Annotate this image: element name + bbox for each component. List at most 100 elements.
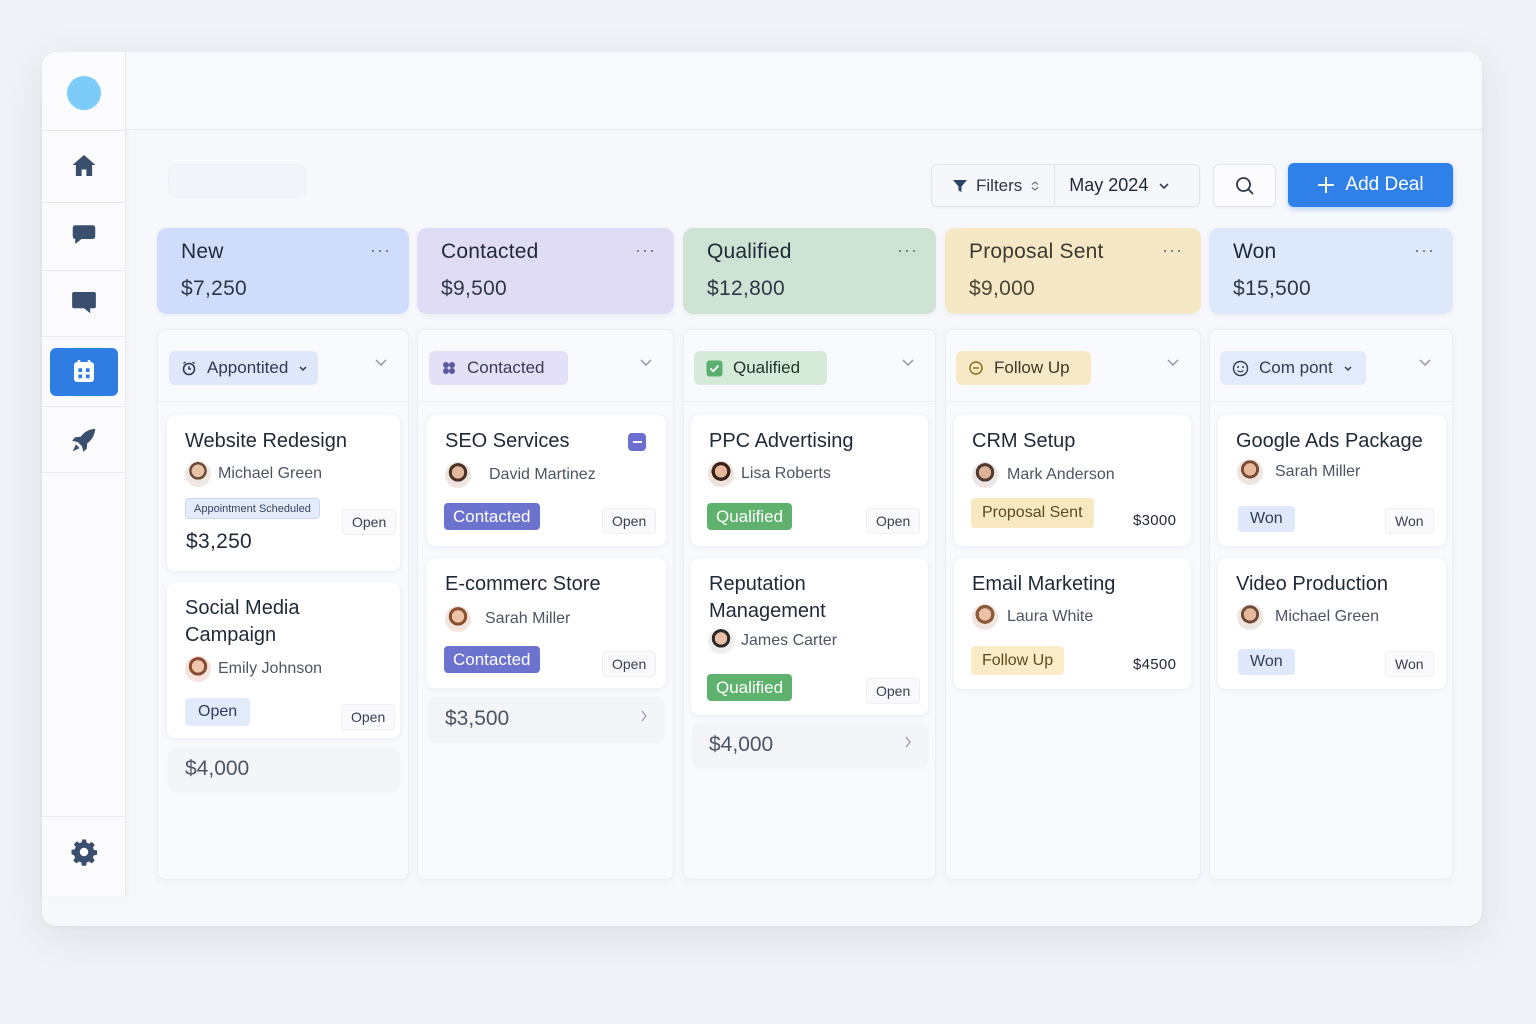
sidebar-divider: [42, 336, 126, 337]
stage-amount: $15,500: [1233, 277, 1312, 300]
app-window: Filters May 2024 Add Deal New $7,250 ···…: [42, 52, 1482, 926]
pipeline-column: Qualified PPC Advertising Lisa Roberts Q…: [683, 329, 936, 880]
column-header: Com pont: [1210, 330, 1452, 402]
chevron-right-icon: [905, 736, 911, 748]
deal-value: $4500: [1133, 656, 1177, 673]
status-badge: Open: [602, 651, 657, 677]
collapse-chevron-icon[interactable]: [1418, 358, 1432, 367]
column-filter-chip[interactable]: Appontited: [169, 351, 319, 385]
column-filter-chip[interactable]: Contacted: [429, 351, 568, 385]
chip-label: Qualified: [733, 358, 801, 377]
deal-owner: Laura White: [972, 604, 1093, 630]
more-options-icon[interactable]: ···: [635, 240, 656, 261]
stage-amount: $7,250: [181, 277, 248, 300]
column-filter-chip[interactable]: Qualified: [694, 351, 827, 385]
chevron-down-icon: [299, 365, 307, 371]
deal-title: Video Production: [1236, 573, 1388, 595]
more-options-icon[interactable]: ···: [1414, 240, 1435, 261]
column-header: Qualified: [684, 330, 935, 402]
sidebar-item-messages[interactable]: [50, 278, 118, 326]
deal-card[interactable]: Reputation Management James Carter Quali…: [691, 558, 928, 715]
minus-square-icon[interactable]: [628, 433, 646, 451]
deal-owner: Mark Anderson: [972, 462, 1115, 488]
column-filter-chip[interactable]: Com pont: [1220, 351, 1366, 385]
tag-icon: [443, 362, 455, 374]
owner-name: Michael Green: [218, 465, 323, 482]
avatar: [708, 628, 734, 654]
status-badge: Open: [341, 704, 396, 730]
deal-card[interactable]: Video Production Michael Green Won Won: [1218, 558, 1446, 689]
more-options-icon[interactable]: ···: [370, 240, 391, 261]
search-placeholder-box[interactable]: [168, 164, 306, 198]
more-options-icon[interactable]: ···: [1162, 240, 1183, 261]
avatar: [185, 656, 211, 682]
filters-button[interactable]: Filters: [932, 165, 1056, 206]
smiley-icon: [1232, 360, 1249, 376]
deal-card[interactable]: CRM Setup Mark Anderson Proposal Sent $3…: [954, 415, 1191, 546]
owner-name: Emily Johnson: [218, 660, 323, 677]
deal-title: Social Media Campaign: [185, 597, 300, 646]
collapse-chevron-icon[interactable]: [639, 358, 653, 367]
stage-header-qualified[interactable]: Qualified $12,800 ···: [683, 228, 936, 314]
status-badge: Won: [1385, 651, 1434, 677]
stage-header-proposal-sent[interactable]: Proposal Sent $9,000 ···: [945, 228, 1201, 314]
sort-icon: [1031, 180, 1039, 191]
stage-tag: Qualified: [707, 503, 793, 530]
plus-icon: [1318, 177, 1335, 193]
sidebar-item-settings[interactable]: [50, 828, 118, 876]
collapse-chevron-icon[interactable]: [901, 358, 915, 367]
sidebar-item-launch[interactable]: [50, 416, 118, 464]
owner-name: David Martinez: [489, 466, 596, 483]
sidebar-item-calendar[interactable]: [50, 348, 118, 396]
column-filter-chip[interactable]: Follow Up: [956, 351, 1091, 385]
stage-header-contacted[interactable]: Contacted $9,500 ···: [417, 228, 674, 314]
month-selector[interactable]: May 2024: [1055, 165, 1184, 206]
month-label: May 2024: [1069, 175, 1149, 195]
stage-name: New: [181, 240, 224, 263]
column-total[interactable]: $4,000: [693, 723, 928, 767]
alarm-clock-icon: [182, 361, 196, 376]
stage-amount: $9,500: [441, 277, 508, 300]
deal-card[interactable]: Social Media Campaign Emily Johnson Open…: [167, 582, 400, 738]
deal-owner: Michael Green: [1237, 604, 1379, 630]
sidebar-divider: [42, 816, 126, 817]
deal-card[interactable]: E-commerc Store Sarah Miller Contacted O…: [427, 558, 666, 688]
column-total-value: $4,000: [185, 757, 250, 780]
status-badge: Open: [342, 509, 397, 535]
deal-owner: David Martinez: [445, 462, 596, 488]
sidebar-item-chat[interactable]: [50, 210, 118, 258]
avatar: [972, 462, 998, 488]
deal-title: Reputation Management: [709, 573, 826, 622]
stage-name: Proposal Sent: [969, 240, 1104, 263]
deal-title: SEO Services: [445, 430, 570, 452]
collapse-chevron-icon[interactable]: [374, 358, 388, 367]
filter-funnel-icon: [953, 179, 967, 192]
owner-name: Lisa Roberts: [741, 465, 831, 482]
deal-card[interactable]: PPC Advertising Lisa Roberts Qualified O…: [691, 415, 928, 546]
column-header: Appontited: [158, 330, 408, 402]
deal-card[interactable]: Google Ads Package Sarah Miller Won Won: [1218, 415, 1446, 546]
deal-title: PPC Advertising: [709, 430, 854, 452]
deal-card[interactable]: SEO Services David Martinez Contacted Op…: [427, 415, 666, 546]
top-bar: [126, 52, 1482, 130]
filter-toolbar: Filters May 2024: [931, 164, 1200, 207]
search-icon: [1235, 176, 1254, 195]
deal-card[interactable]: Email Marketing Laura White Follow Up $4…: [954, 558, 1191, 689]
stage-name: Contacted: [441, 240, 539, 263]
column-total[interactable]: $3,500: [429, 697, 664, 741]
sidebar-item-home[interactable]: [50, 142, 118, 190]
add-deal-button[interactable]: Add Deal: [1288, 163, 1453, 207]
search-button[interactable]: [1213, 164, 1276, 207]
stage-header-new[interactable]: New $7,250 ···: [157, 228, 409, 314]
rocket-icon: [72, 428, 96, 452]
avatar: [445, 606, 471, 632]
stage-header-won[interactable]: Won $15,500 ···: [1209, 228, 1453, 314]
deal-value: $3,250: [186, 530, 253, 553]
deal-card[interactable]: Website Redesign Michael Green Appointme…: [167, 415, 400, 571]
deal-owner: Sarah Miller: [1237, 459, 1360, 485]
owner-name: Mark Anderson: [1007, 466, 1115, 483]
stage-tag: Contacted: [444, 646, 540, 673]
collapse-chevron-icon[interactable]: [1166, 358, 1180, 367]
more-options-icon[interactable]: ···: [897, 240, 918, 261]
deal-title: Google Ads Package: [1236, 430, 1423, 452]
